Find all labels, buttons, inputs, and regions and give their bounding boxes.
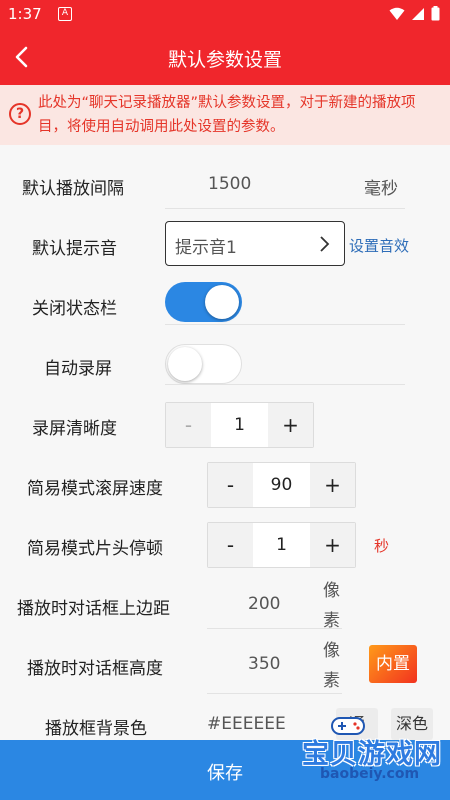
divider <box>165 384 405 385</box>
record-quality-value[interactable]: 1 <box>211 403 268 447</box>
header-pause-value[interactable]: 1 <box>253 523 310 567</box>
sound-label: 默认提示音 <box>32 239 117 259</box>
sound-settings-link[interactable]: 设置音效 <box>349 235 409 256</box>
wifi-icon <box>389 7 405 20</box>
scroll-speed-label: 简易模式滚屏速度 <box>27 479 163 499</box>
hide-statusbar-label: 关闭状态栏 <box>32 299 117 319</box>
info-notice: ? 此处为“聊天记录播放器”默认参数设置，对于新建的播放项目，将使用自动调用此处… <box>0 85 450 145</box>
sound-select-value: 提示音1 <box>175 238 237 258</box>
site-watermark: 宝贝游戏网 baobeiy.com <box>278 717 448 794</box>
system-icons <box>389 6 440 21</box>
hide-statusbar-toggle[interactable] <box>165 282 242 322</box>
notice-text: 此处为“聊天记录播放器”默认参数设置，对于新建的播放项目，将使用自动调用此处设置… <box>38 95 416 135</box>
page-title: 默认参数设置 <box>167 49 282 71</box>
increment-button[interactable]: + <box>310 463 355 507</box>
sound-select[interactable]: 提示音1 <box>165 221 345 266</box>
record-quality-stepper: - 1 + <box>165 402 314 448</box>
dialog-height-input[interactable]: 350 <box>248 654 280 674</box>
decrement-button[interactable]: - <box>166 403 211 447</box>
chevron-right-icon <box>320 236 330 252</box>
interval-input[interactable]: 1500 <box>208 174 251 194</box>
dialog-top-unit-1: 像 <box>323 581 340 601</box>
interval-unit: 毫秒 <box>364 179 398 199</box>
dialog-top-label: 播放时对话框上边距 <box>17 599 170 619</box>
toggle-knob <box>168 347 202 381</box>
settings-form: 默认播放间隔 1500 毫秒 默认提示音 提示音1 设置音效 关闭状态栏 自动录… <box>0 145 450 740</box>
dialog-height-unit-1: 像 <box>323 641 340 661</box>
interval-underline <box>165 208 405 209</box>
dialog-height-underline <box>207 693 342 694</box>
bg-color-label: 播放框背景色 <box>45 719 147 739</box>
builtin-button[interactable]: 内置 <box>369 645 417 683</box>
bg-color-input[interactable]: #EEEEEE <box>207 714 286 734</box>
increment-button[interactable]: + <box>310 523 355 567</box>
decrement-button[interactable]: - <box>208 523 253 567</box>
scroll-speed-stepper: - 90 + <box>207 462 356 508</box>
app-bar: 默认参数设置 <box>0 30 450 85</box>
app-notification-icon: A <box>58 7 72 21</box>
divider <box>165 324 405 325</box>
dialog-height-unit-2: 素 <box>323 671 340 691</box>
question-circle-icon: ? <box>9 103 31 125</box>
dialog-top-input[interactable]: 200 <box>248 594 280 614</box>
auto-record-label: 自动录屏 <box>44 359 112 379</box>
status-bar: 1:37 A <box>0 0 450 30</box>
watermark-sub: baobeiy.com <box>320 766 420 782</box>
dialog-top-underline <box>207 628 342 629</box>
header-pause-unit: 秒 <box>374 537 390 555</box>
dialog-height-label: 播放时对话框高度 <box>27 659 163 679</box>
record-quality-label: 录屏清晰度 <box>32 419 117 439</box>
signal-icon <box>412 7 424 20</box>
scroll-speed-value[interactable]: 90 <box>253 463 310 507</box>
decrement-button[interactable]: - <box>208 463 253 507</box>
toggle-knob <box>205 285 239 319</box>
header-pause-stepper: - 1 + <box>207 522 356 568</box>
status-time: 1:37 <box>8 5 42 23</box>
interval-label: 默认播放间隔 <box>22 179 124 199</box>
auto-record-toggle[interactable] <box>165 344 242 384</box>
header-pause-label: 简易模式片头停顿 <box>27 539 163 559</box>
battery-icon <box>431 6 440 21</box>
increment-button[interactable]: + <box>268 403 313 447</box>
